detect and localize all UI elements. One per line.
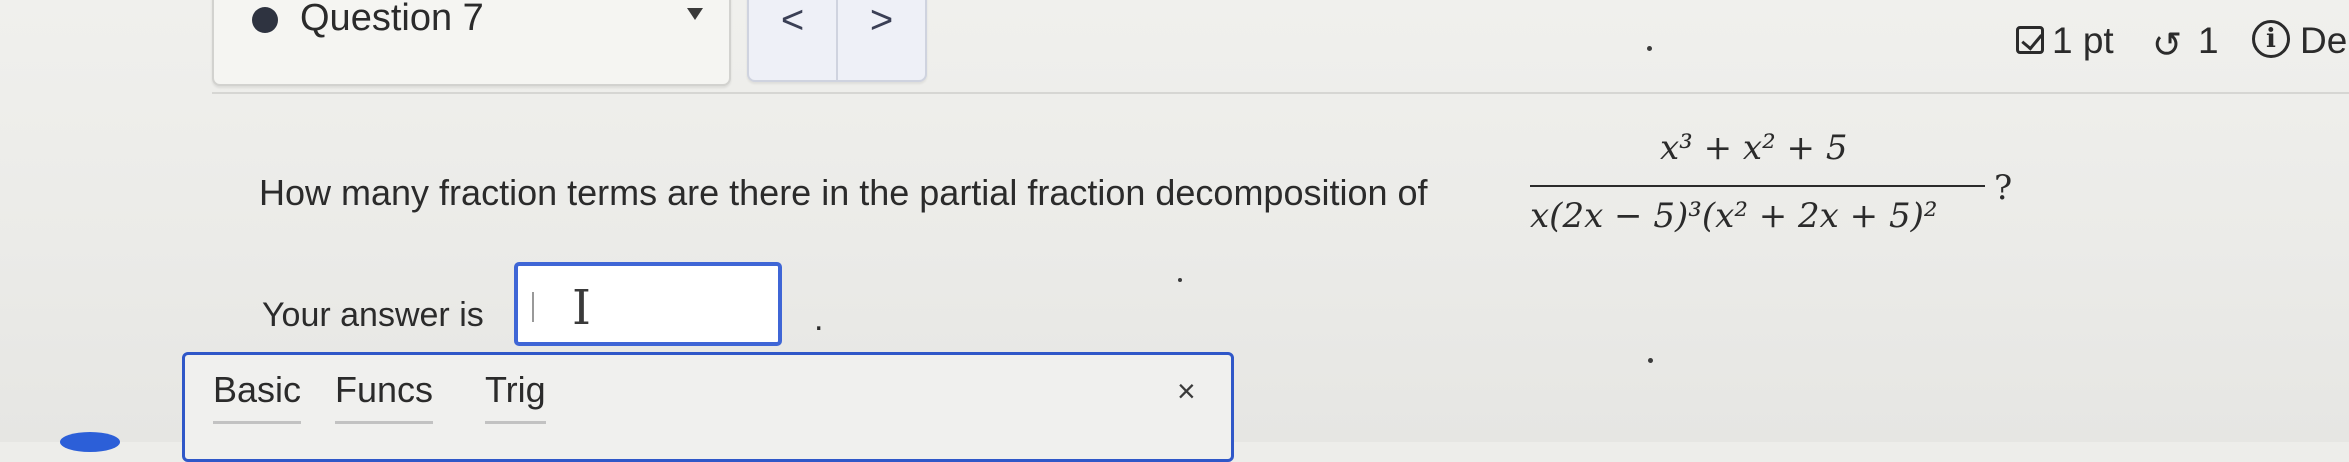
tab-basic[interactable]: Basic bbox=[213, 369, 302, 424]
question-label: Question 7 bbox=[300, 0, 484, 39]
question-prompt: How many fraction terms are there in the… bbox=[259, 172, 1428, 213]
next-question-button[interactable]: > bbox=[838, 0, 925, 43]
text-caret bbox=[532, 292, 534, 322]
ibeam-cursor-icon: I bbox=[572, 280, 591, 336]
corner-badge bbox=[60, 432, 120, 452]
dropdown-caret-icon[interactable] bbox=[687, 8, 703, 20]
fraction-bar bbox=[1530, 185, 1985, 187]
tab-funcs[interactable]: Funcs bbox=[335, 369, 434, 424]
tab-trig[interactable]: Trig bbox=[485, 369, 546, 424]
math-keypad-panel: Basic Funcs Trig × bbox=[182, 352, 1234, 462]
screen-speck bbox=[1647, 46, 1652, 51]
fraction-numerator: x³ + x² + 5 bbox=[1660, 128, 1848, 168]
fraction-denominator: x(2x − 5)³(x² + 2x + 5)² bbox=[1530, 196, 1938, 236]
status-dot-icon bbox=[252, 7, 278, 33]
retries-count: 1 bbox=[2198, 20, 2219, 61]
checkbox-icon bbox=[2016, 26, 2044, 54]
points-label: 1 pt bbox=[2052, 20, 2114, 61]
screen-speck bbox=[1648, 358, 1653, 363]
prev-question-button[interactable]: < bbox=[749, 0, 836, 43]
close-keypad-button[interactable]: × bbox=[1177, 373, 1196, 410]
answer-label: Your answer is bbox=[262, 296, 484, 334]
info-icon[interactable]: i bbox=[2252, 20, 2290, 58]
question-selector[interactable]: Question 7 bbox=[212, 0, 731, 86]
question-mark: ? bbox=[1994, 168, 2013, 208]
header-divider bbox=[212, 92, 2349, 94]
answer-input[interactable]: I bbox=[514, 262, 782, 346]
retry-icon: ↺ bbox=[2152, 24, 2183, 65]
answer-suffix: . bbox=[814, 300, 824, 338]
details-link[interactable]: De bbox=[2300, 20, 2347, 62]
screen-speck bbox=[1178, 278, 1182, 282]
question-nav-group: < > bbox=[747, 0, 927, 82]
